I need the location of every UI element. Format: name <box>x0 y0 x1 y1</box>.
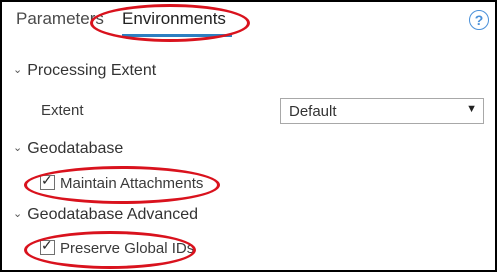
section-header-label: Geodatabase Advanced <box>27 206 199 223</box>
section-header-label: Processing Extent <box>27 62 157 79</box>
help-icon[interactable]: ? <box>469 10 489 30</box>
checkmark-icon: ✓ <box>41 237 53 253</box>
preserve-global-ids-checkbox[interactable]: ✓ <box>40 237 55 255</box>
chevron-down-icon: ⌄ <box>13 208 23 220</box>
tab-environments[interactable]: Environments <box>122 9 226 29</box>
chevron-down-icon: ⌄ <box>13 64 23 76</box>
extent-dropdown-value: Default <box>289 103 337 120</box>
preserve-global-ids-label: Preserve Global IDs <box>60 240 195 257</box>
section-processing-extent[interactable]: ⌄ Processing Extent <box>13 62 156 80</box>
checkmark-icon: ✓ <box>41 172 53 188</box>
chevron-down-icon: ⌄ <box>13 142 23 154</box>
section-geodatabase-advanced[interactable]: ⌄ Geodatabase Advanced <box>13 206 198 224</box>
active-tab-indicator <box>122 34 232 37</box>
extent-dropdown[interactable]: Default ▼ <box>280 98 484 124</box>
preserve-global-ids-row[interactable]: ✓ Preserve Global IDs <box>40 237 195 257</box>
extent-label: Extent <box>41 102 84 119</box>
maintain-attachments-checkbox[interactable]: ✓ <box>40 172 55 190</box>
tab-parameters[interactable]: Parameters <box>16 9 104 29</box>
section-header-label: Geodatabase <box>27 140 124 157</box>
dropdown-caret-icon: ▼ <box>466 103 477 115</box>
section-geodatabase[interactable]: ⌄ Geodatabase <box>13 140 123 158</box>
environments-panel: Parameters Environments ? ⌄ Processing Ex… <box>0 0 497 272</box>
maintain-attachments-label: Maintain Attachments <box>60 175 204 192</box>
maintain-attachments-row[interactable]: ✓ Maintain Attachments <box>40 172 204 192</box>
